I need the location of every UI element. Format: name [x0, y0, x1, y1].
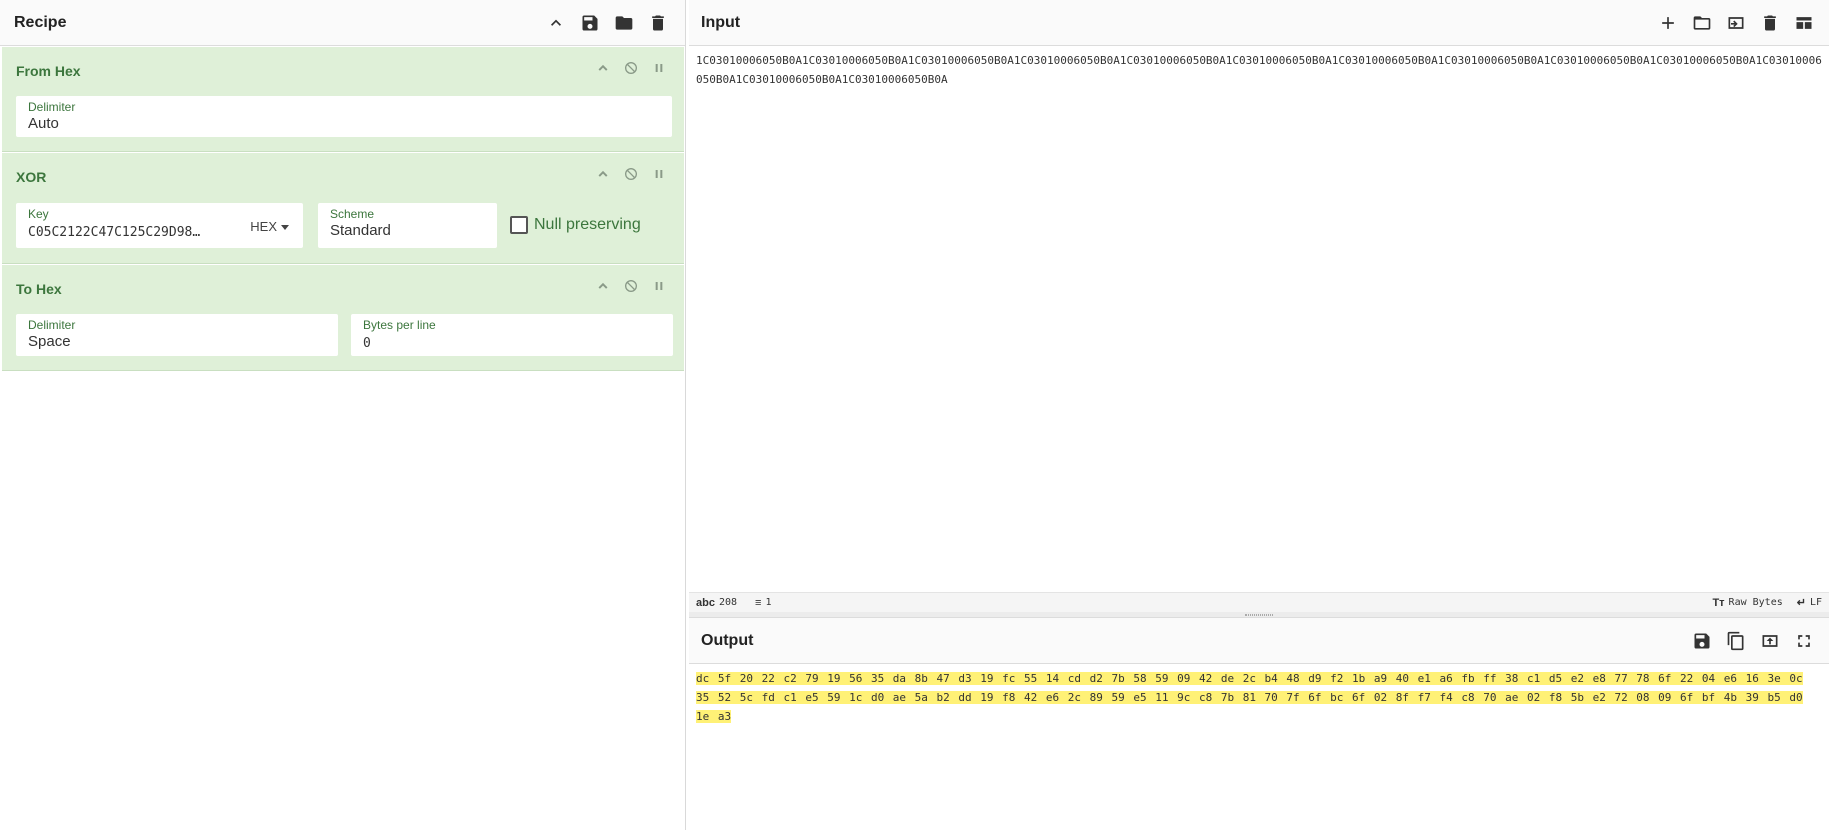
key-format-dropdown[interactable]: HEX: [250, 219, 289, 234]
open-folder-icon[interactable]: [1689, 10, 1715, 36]
recipe-header: Recipe: [0, 0, 685, 46]
operation-title: To Hex: [16, 281, 62, 297]
resize-grip-icon[interactable]: [1245, 614, 1273, 616]
output-textarea[interactable]: dc 5f 20 22 c2 79 19 56 35 da 8b 47 d3 1…: [689, 665, 1829, 830]
encoding-selector[interactable]: Tт Raw Bytes: [1712, 597, 1782, 609]
load-recipe-icon[interactable]: [611, 10, 637, 36]
operation-to-hex: To Hex Delimiter Space Bytes per line 0: [2, 265, 684, 371]
replace-input-icon[interactable]: [1757, 628, 1783, 654]
return-arrow-icon: ↵: [1796, 597, 1806, 609]
output-title: Output: [701, 631, 754, 649]
length-indicator: abc 208: [696, 597, 737, 609]
recipe-title: Recipe: [14, 13, 67, 31]
operation-xor: XOR Key C05C2122C47C125C29D98… HEX Schem…: [2, 153, 684, 264]
input-status-bar: abc 208 ≡ 1 Tт Raw Bytes ↵ LF: [689, 592, 1829, 612]
field-label: Delimiter: [28, 318, 76, 332]
text-type-icon: Tт: [1712, 596, 1725, 609]
lines-value: 1: [765, 597, 772, 608]
save-recipe-icon[interactable]: [577, 10, 603, 36]
pause-icon[interactable]: [650, 277, 668, 295]
field-value: Standard: [330, 222, 391, 239]
disable-icon[interactable]: [622, 59, 640, 77]
add-tab-icon[interactable]: [1655, 10, 1681, 36]
disable-icon[interactable]: [622, 277, 640, 295]
lines-icon: ≡: [755, 596, 762, 609]
input-textarea[interactable]: 1C03010006050B0A1C03010006050B0A1C030100…: [689, 47, 1829, 592]
maximize-icon[interactable]: [1791, 628, 1817, 654]
eol-selector[interactable]: ↵ LF: [1797, 596, 1822, 609]
field-label: Scheme: [330, 207, 375, 221]
recipe-pane: Recipe From Hex Delimiter Auto XOR Key C…: [0, 0, 686, 830]
lines-indicator: ≡ 1: [755, 597, 771, 609]
key-field[interactable]: Key C05C2122C47C125C29D98… HEX: [16, 203, 303, 248]
save-output-icon[interactable]: [1689, 628, 1715, 654]
field-value: Auto: [28, 115, 59, 132]
copy-output-icon[interactable]: [1723, 628, 1749, 654]
scheme-field[interactable]: Scheme Standard: [318, 203, 497, 248]
field-value: 0: [363, 336, 371, 351]
field-label: Delimiter: [28, 100, 76, 114]
encoding-value: Raw Bytes: [1728, 597, 1783, 608]
checkbox-label: Null preserving: [534, 216, 641, 233]
chevron-up-icon[interactable]: [594, 59, 612, 77]
field-label: Key: [28, 207, 49, 221]
collapse-all-icon[interactable]: [543, 10, 569, 36]
clear-input-icon[interactable]: [1757, 10, 1783, 36]
field-value: Space: [28, 333, 71, 350]
pause-icon[interactable]: [650, 59, 668, 77]
eol-value: LF: [1809, 597, 1822, 608]
length-icon: abc: [696, 596, 715, 609]
key-input[interactable]: C05C2122C47C125C29D98…: [28, 225, 228, 240]
chevron-up-icon[interactable]: [594, 277, 612, 295]
delimiter-field[interactable]: Delimiter Space: [16, 314, 338, 356]
output-text: dc 5f 20 22 c2 79 19 56 35 da 8b 47 d3 1…: [696, 672, 1803, 723]
length-value: 208: [718, 597, 738, 608]
pause-icon[interactable]: [650, 165, 668, 183]
null-preserving-checkbox[interactable]: Null preserving: [510, 216, 641, 234]
output-header: Output: [689, 618, 1829, 664]
operation-from-hex: From Hex Delimiter Auto: [2, 47, 684, 152]
checkbox-box[interactable]: [510, 216, 528, 234]
clear-recipe-icon[interactable]: [645, 10, 671, 36]
input-title: Input: [701, 13, 741, 31]
operation-title: XOR: [16, 169, 47, 185]
field-label: Bytes per line: [363, 318, 436, 332]
bytes-per-line-field[interactable]: Bytes per line 0: [351, 314, 673, 356]
open-file-icon[interactable]: [1723, 10, 1749, 36]
disable-icon[interactable]: [622, 165, 640, 183]
layout-icon[interactable]: [1791, 10, 1817, 36]
chevron-up-icon[interactable]: [594, 165, 612, 183]
input-header: Input: [689, 0, 1829, 46]
operation-title: From Hex: [16, 63, 81, 79]
delimiter-field[interactable]: Delimiter Auto: [16, 96, 672, 137]
